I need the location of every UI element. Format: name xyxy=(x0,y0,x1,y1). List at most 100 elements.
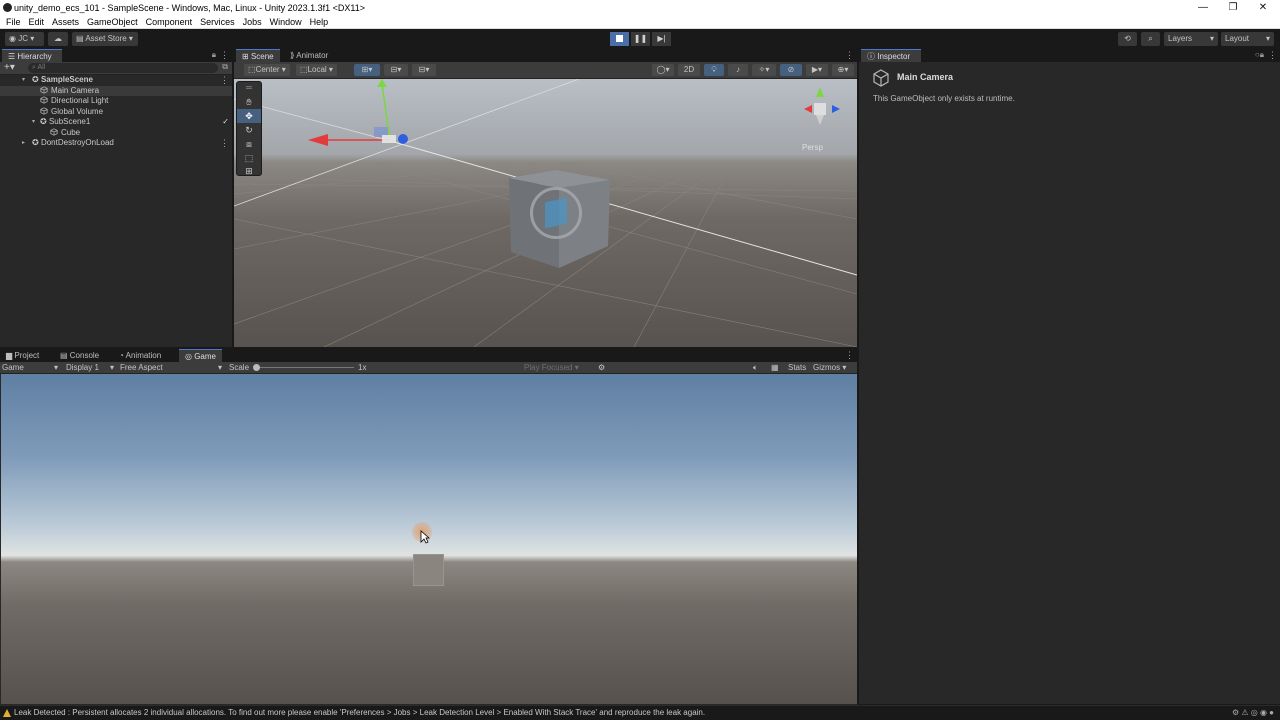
sphere-icon: ◯▾ xyxy=(656,65,670,74)
rotate-tool-icon[interactable]: ↻ xyxy=(237,123,261,137)
game-viewport[interactable] xyxy=(1,374,857,704)
2d-toggle[interactable]: 2D xyxy=(678,64,700,76)
dontdestroy-menu-icon[interactable]: ⋮ xyxy=(220,138,229,148)
cloud-button[interactable]: ☁ xyxy=(48,32,68,46)
scale-tool-icon[interactable]: ⧈ xyxy=(237,137,261,151)
effects-dropdown[interactable]: ✧▾ xyxy=(752,64,776,76)
menu-gameobject[interactable]: GameObject xyxy=(83,15,142,29)
inspector-tabstrip: ⓘ Inspector ○🔒︎ ⋮ xyxy=(859,49,1280,62)
hierarchy-item-dontdestroyonload[interactable]: ▸ ✪ DontDestroyOnLoad ⋮ xyxy=(0,138,232,149)
orientation-gizmo[interactable]: Persp xyxy=(794,83,854,153)
layers-dropdown[interactable]: Layers ▾ xyxy=(1164,32,1218,46)
play-focused-dropdown[interactable]: Play Focused ▾ xyxy=(524,362,579,373)
menu-file[interactable]: File xyxy=(0,15,25,29)
scene-viewport[interactable]: ═ ✋︎ ✥ ↻ ⧈ ⬚ ⊞ Persp xyxy=(234,79,857,347)
hierarchy-item-subscene1[interactable]: ▾ ✪ SubScene1 ✓ xyxy=(0,117,232,128)
pause-button[interactable]: ❚❚ xyxy=(631,32,650,46)
align-button[interactable]: ⊟▾ xyxy=(412,64,436,76)
play-button[interactable] xyxy=(610,32,629,46)
tab-game[interactable]: ◎ Game xyxy=(179,349,222,362)
eye-icon: ⊘ xyxy=(787,65,795,74)
search-button[interactable]: ⌕ xyxy=(1141,32,1160,46)
hierarchy-item-cube[interactable]: Cube xyxy=(0,128,232,139)
checkmark-icon[interactable]: ✓ xyxy=(222,117,229,128)
camera-settings-button[interactable]: ▶▾ xyxy=(806,64,828,76)
minimize-button[interactable]: — xyxy=(1188,0,1218,15)
game-menu-icon[interactable]: ⋮ xyxy=(845,350,854,360)
menu-help[interactable]: Help xyxy=(306,15,333,29)
subscene-icon: ✪ xyxy=(40,117,49,126)
scale-slider[interactable] xyxy=(253,364,354,371)
gameobject-icon xyxy=(50,127,58,136)
audio-toggle[interactable]: ♪ xyxy=(728,64,748,76)
menu-assets[interactable]: Assets xyxy=(48,15,83,29)
step-button[interactable]: ▶| xyxy=(652,32,671,46)
space-dropdown[interactable]: ⬚Local ▾ xyxy=(296,64,337,76)
menu-jobs[interactable]: Jobs xyxy=(239,15,266,29)
tool-palette: ═ ✋︎ ✥ ↻ ⧈ ⬚ ⊞ xyxy=(236,81,262,176)
tab-inspector[interactable]: ⓘ Inspector xyxy=(861,49,921,62)
mute-icon[interactable]: 🔈︎ xyxy=(753,362,758,373)
lock-icon[interactable]: 🔒︎ xyxy=(212,50,216,60)
scene-menu-icon[interactable]: ⋮ xyxy=(220,75,229,85)
move-tool-icon[interactable]: ✥ xyxy=(237,109,261,123)
scene-visibility-icon[interactable]: ⧉ xyxy=(222,62,228,72)
display-dropdown[interactable]: Display 1 ▾ xyxy=(66,362,114,373)
asset-store-button[interactable]: ▤ Asset Store ▾ xyxy=(72,32,138,46)
rect-tool-icon[interactable]: ⬚ xyxy=(237,151,261,165)
layout-dropdown[interactable]: Layout ▾ xyxy=(1221,32,1274,46)
grid-snap-button[interactable]: ⊞▾ xyxy=(354,64,380,76)
tab-console[interactable]: ▤ Console xyxy=(54,349,105,362)
hierarchy-item-main-camera[interactable]: Main Camera xyxy=(0,85,232,96)
hierarchy-item-samplescene[interactable]: ▾ ✪ SampleScene ⋮ xyxy=(0,75,232,86)
tab-scene[interactable]: ⊞ Scene xyxy=(236,49,280,62)
menu-services[interactable]: Services xyxy=(196,15,239,29)
scale-value: 1x xyxy=(358,363,367,372)
expand-arrow-icon[interactable]: ▾ xyxy=(32,117,35,128)
scene-menu-icon[interactable]: ⋮ xyxy=(845,50,854,60)
collapse-arrow-icon[interactable]: ▸ xyxy=(22,138,25,149)
animation-icon: ◔ xyxy=(119,351,126,360)
gizmos-dropdown[interactable]: Gizmos ▾ xyxy=(813,362,846,373)
hierarchy-search-input[interactable]: ⌕ All xyxy=(28,63,218,73)
account-button[interactable]: ◉ JC ▾ xyxy=(5,32,44,46)
hidden-objects-toggle[interactable]: ⊘ xyxy=(780,64,802,76)
status-icons: ⚙ ⚠ ◎ ◉ ● xyxy=(1231,708,1274,717)
game-mode-dropdown[interactable]: Game ▾ xyxy=(2,362,60,373)
expand-arrow-icon[interactable]: ▾ xyxy=(22,75,25,86)
tab-project[interactable]: ▆ Project xyxy=(0,349,45,362)
snap-icon: ⊟▾ xyxy=(390,65,402,74)
menu-edit[interactable]: Edit xyxy=(25,15,49,29)
tab-hierarchy[interactable]: ☰ Hierarchy xyxy=(2,49,62,62)
lock-icon[interactable]: ○🔒︎ xyxy=(1255,50,1264,60)
drag-handle-icon[interactable]: ═ xyxy=(237,82,261,95)
hierarchy-item-global-volume[interactable]: Global Volume xyxy=(0,107,232,118)
menu-window[interactable]: Window xyxy=(266,15,306,29)
inspector-menu-icon[interactable]: ⋮ xyxy=(1268,50,1277,60)
hand-tool-icon[interactable]: ✋︎ xyxy=(237,95,261,109)
settings-icon[interactable]: ⚙ xyxy=(598,362,605,373)
tab-animator[interactable]: ⟫ Animator xyxy=(284,49,334,62)
lighting-toggle[interactable]: 💡︎ xyxy=(704,64,724,76)
display-stats-icon[interactable]: ▦ xyxy=(771,362,779,373)
menu-component[interactable]: Component xyxy=(142,15,197,29)
pivot-dropdown[interactable]: ⬚Center ▾ xyxy=(244,64,290,76)
aspect-dropdown[interactable]: Free Aspect ▾ xyxy=(120,362,222,373)
draw-mode-button[interactable]: ◯▾ xyxy=(652,64,674,76)
hierarchy-item-directional-light[interactable]: Directional Light xyxy=(0,96,232,107)
restore-button[interactable]: ❐ xyxy=(1218,0,1248,15)
scale-slider-handle[interactable] xyxy=(253,364,260,371)
hierarchy-menu-icon[interactable]: ⋮ xyxy=(220,50,229,60)
close-button[interactable]: ✕ xyxy=(1248,0,1278,15)
gizmos-dropdown[interactable]: ⊕▾ xyxy=(832,64,854,76)
local-icon: ⬚ xyxy=(300,65,308,74)
inspector-panel: ⓘ Inspector ○🔒︎ ⋮ Main Camera This GameO… xyxy=(859,49,1280,704)
persp-label[interactable]: Persp xyxy=(802,143,823,152)
tab-animation[interactable]: ◔ Animation xyxy=(113,349,167,362)
transform-tool-icon[interactable]: ⊞ xyxy=(237,165,261,177)
status-bar[interactable]: Leak Detected : Persistent allocates 2 i… xyxy=(0,705,1280,720)
undo-history-button[interactable]: ⟲ xyxy=(1118,32,1137,46)
stats-button[interactable]: Stats xyxy=(788,362,806,373)
add-object-button[interactable]: +▾ xyxy=(4,62,15,74)
snap-increment-button[interactable]: ⊟▾ xyxy=(384,64,408,76)
